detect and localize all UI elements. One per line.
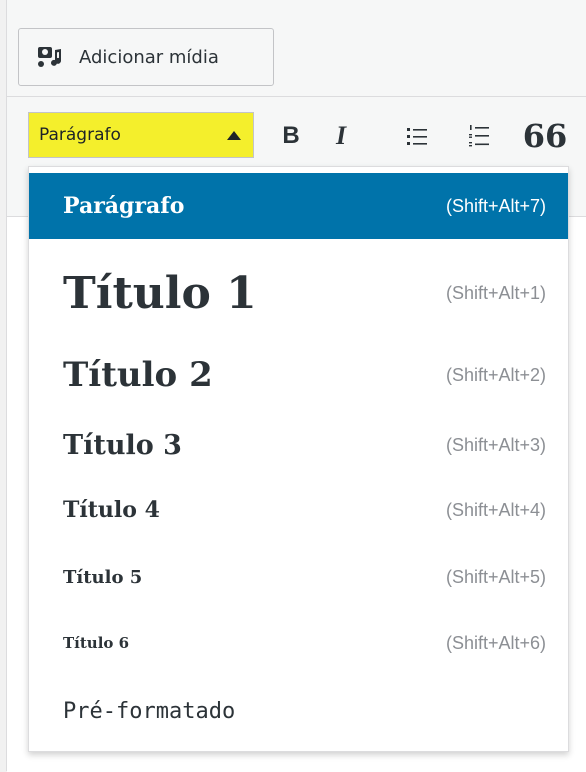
add-media-label: Adicionar mídia: [79, 46, 219, 68]
option-label: Título 2: [63, 355, 213, 395]
option-shortcut: (Shift+Alt+3): [445, 434, 546, 455]
quote-icon: 66: [522, 117, 568, 155]
caret-up-icon: [227, 130, 241, 140]
bold-button[interactable]: B: [274, 118, 308, 154]
option-label: Título 5: [63, 566, 143, 588]
italic-button[interactable]: I: [324, 118, 358, 154]
italic-icon: I: [335, 121, 347, 150]
add-media-icon: [37, 46, 67, 68]
bulleted-list-icon: [407, 128, 427, 145]
format-dropdown-menu: Parágrafo (Shift+Alt+7) Título 1 (Shift+…: [28, 166, 569, 752]
option-shortcut: (Shift+Alt+6): [445, 632, 546, 653]
bulleted-list-button[interactable]: [400, 118, 434, 154]
format-option-preformatted[interactable]: Pré-formatado: [29, 681, 568, 741]
blockquote-button[interactable]: 66: [523, 117, 568, 155]
format-option-heading-1[interactable]: Título 1 (Shift+Alt+1): [29, 255, 568, 331]
add-media-button[interactable]: Adicionar mídia: [18, 28, 274, 86]
format-option-heading-3[interactable]: Título 3 (Shift+Alt+3): [29, 413, 568, 477]
numbered-list-button[interactable]: [462, 118, 496, 154]
option-label: Título 4: [63, 497, 160, 523]
option-label: Parágrafo: [63, 193, 185, 219]
format-select[interactable]: Parágrafo: [28, 112, 254, 158]
format-option-heading-5[interactable]: Título 5 (Shift+Alt+5): [29, 547, 568, 607]
option-shortcut: (Shift+Alt+1): [445, 282, 546, 303]
option-shortcut: (Shift+Alt+4): [445, 499, 546, 520]
format-option-heading-6[interactable]: Título 6 (Shift+Alt+6): [29, 613, 568, 673]
format-option-paragraph[interactable]: Parágrafo (Shift+Alt+7): [29, 173, 568, 239]
option-label: Pré-formatado: [63, 698, 236, 724]
numbered-list-icon: [469, 125, 489, 147]
option-label: Título 1: [63, 267, 257, 319]
bold-icon: B: [282, 122, 300, 149]
option-shortcut: (Shift+Alt+7): [445, 195, 546, 216]
format-option-heading-2[interactable]: Título 2 (Shift+Alt+2): [29, 343, 568, 407]
option-shortcut: (Shift+Alt+5): [445, 566, 546, 587]
format-option-heading-4[interactable]: Título 4 (Shift+Alt+4): [29, 479, 568, 541]
format-select-value: Parágrafo: [39, 125, 121, 145]
option-label: Título 3: [63, 429, 182, 461]
option-label: Título 6: [63, 634, 130, 652]
option-shortcut: (Shift+Alt+2): [445, 364, 546, 385]
